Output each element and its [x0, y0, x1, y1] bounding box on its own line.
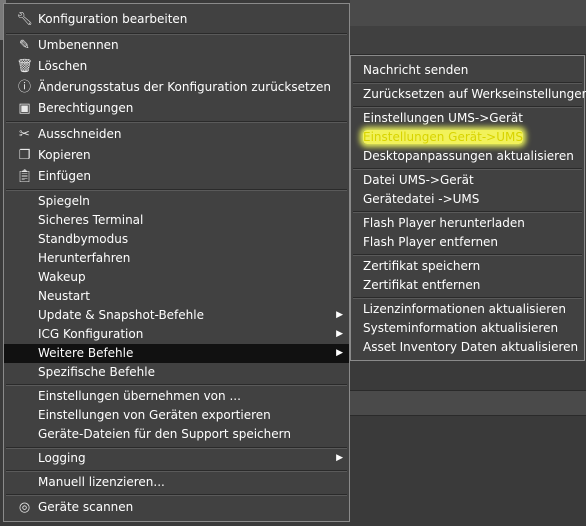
menu-item-edit-config[interactable]: 🔧︎ Konfiguration bearbeiten	[4, 10, 349, 29]
submenu-item-update-asset-inventory[interactable]: Asset Inventory Daten aktualisieren	[351, 338, 584, 357]
separator	[6, 189, 347, 191]
menu-item-copy[interactable]: ❐ Kopieren	[4, 146, 349, 165]
menu-item-manual-license[interactable]: Manuell lizenzieren...	[4, 473, 349, 492]
submenu-more-commands: Nachricht senden Zurücksetzen auf Werkse…	[350, 55, 586, 361]
pencil-icon: ✎	[19, 38, 30, 53]
background-panel	[350, 440, 586, 526]
submenu-item-device-file-to-ums[interactable]: Gerätedatei ->UMS	[351, 190, 584, 209]
submenu-arrow-icon: ▶	[336, 310, 343, 320]
menu-item-update-snapshot[interactable]: Update & Snapshot-Befehle ▶	[4, 306, 349, 325]
submenu-item-send-message[interactable]: Nachricht senden	[351, 61, 584, 80]
menu-item-scan-devices[interactable]: ◎ Geräte scannen	[4, 498, 349, 517]
copy-icon: ❐	[18, 148, 31, 163]
separator	[353, 168, 582, 170]
submenu-item-update-system-info[interactable]: Systeminformation aktualisieren	[351, 319, 584, 338]
menu-item-cut[interactable]: ✂ Ausschneiden	[4, 125, 349, 144]
submenu-item-file-ums-to-device[interactable]: Datei UMS->Gerät	[351, 171, 584, 190]
separator	[353, 106, 582, 108]
background-row	[350, 390, 586, 416]
submenu-item-settings-ums-to-device[interactable]: Einstellungen UMS->Gerät	[351, 109, 584, 128]
menu-item-icg-config[interactable]: ICG Konfiguration ▶	[4, 325, 349, 344]
separator	[353, 254, 582, 256]
menu-item-logging[interactable]: Logging ▶	[4, 449, 349, 468]
scissors-icon: ✂	[19, 127, 30, 142]
menu-item-wakeup[interactable]: Wakeup	[4, 268, 349, 287]
submenu-arrow-icon: ▶	[336, 453, 343, 463]
scan-icon: ◎	[18, 500, 31, 515]
submenu-arrow-icon: ▶	[336, 348, 343, 358]
separator	[6, 384, 347, 386]
context-menu: 🔧︎ Konfiguration bearbeiten ✎ Umbenennen…	[3, 3, 350, 522]
menu-item-save-support-files[interactable]: Geräte-Dateien für den Support speichern	[4, 425, 349, 444]
background-header	[350, 26, 586, 55]
menu-item-apply-settings-from[interactable]: Einstellungen übernehmen von ...	[4, 387, 349, 406]
menu-item-export-settings[interactable]: Einstellungen von Geräten exportieren	[4, 406, 349, 425]
background-toolbar	[350, 0, 586, 27]
separator	[6, 33, 347, 35]
menu-item-shutdown[interactable]: Herunterfahren	[4, 249, 349, 268]
separator	[353, 82, 582, 84]
menu-item-delete[interactable]: 🗑︎ Löschen	[4, 57, 349, 76]
clipboard-icon: 📋︎	[16, 169, 33, 184]
menu-item-rename[interactable]: ✎ Umbenennen	[4, 36, 349, 55]
separator	[353, 297, 582, 299]
separator	[353, 211, 582, 213]
submenu-item-factory-reset[interactable]: Zurücksetzen auf Werkseinstellungen	[351, 85, 586, 104]
id-card-icon: ▣	[18, 101, 31, 116]
separator	[6, 494, 347, 496]
wrench-icon: 🔧︎	[16, 12, 33, 27]
submenu-item-settings-device-to-ums[interactable]: Einstellungen Gerät->UMS	[351, 128, 584, 147]
submenu-arrow-icon: ▶	[336, 329, 343, 339]
menu-item-standby[interactable]: Standbymodus	[4, 230, 349, 249]
submenu-item-save-certificate[interactable]: Zertifikat speichern	[351, 257, 584, 276]
submenu-item-flash-download[interactable]: Flash Player herunterladen	[351, 214, 584, 233]
submenu-item-update-license-info[interactable]: Lizenzinformationen aktualisieren	[351, 300, 584, 319]
separator	[6, 470, 347, 472]
menu-item-mirror[interactable]: Spiegeln	[4, 192, 349, 211]
menu-item-restart[interactable]: Neustart	[4, 287, 349, 306]
menu-item-reset-change-status[interactable]: ⓘ Änderungsstatus der Konfiguration zurü…	[4, 78, 349, 97]
highlight-marker: Einstellungen Gerät->UMS	[363, 130, 523, 144]
info-icon: ⓘ	[17, 80, 31, 95]
menu-item-secure-terminal[interactable]: Sicheres Terminal	[4, 211, 349, 230]
menu-item-permissions[interactable]: ▣ Berechtigungen	[4, 99, 349, 118]
submenu-item-flash-remove[interactable]: Flash Player entfernen	[351, 233, 584, 252]
menu-item-specific-commands[interactable]: Spezifische Befehle	[4, 363, 349, 382]
menu-item-more-commands[interactable]: Weitere Befehle ▶	[4, 344, 349, 363]
submenu-item-remove-certificate[interactable]: Zertifikat entfernen	[351, 276, 584, 295]
trash-icon: 🗑︎	[16, 59, 33, 74]
menu-item-paste[interactable]: 📋︎ Einfügen	[4, 167, 349, 186]
separator	[6, 121, 347, 123]
submenu-item-update-desktop[interactable]: Desktopanpassungen aktualisieren	[351, 147, 584, 166]
